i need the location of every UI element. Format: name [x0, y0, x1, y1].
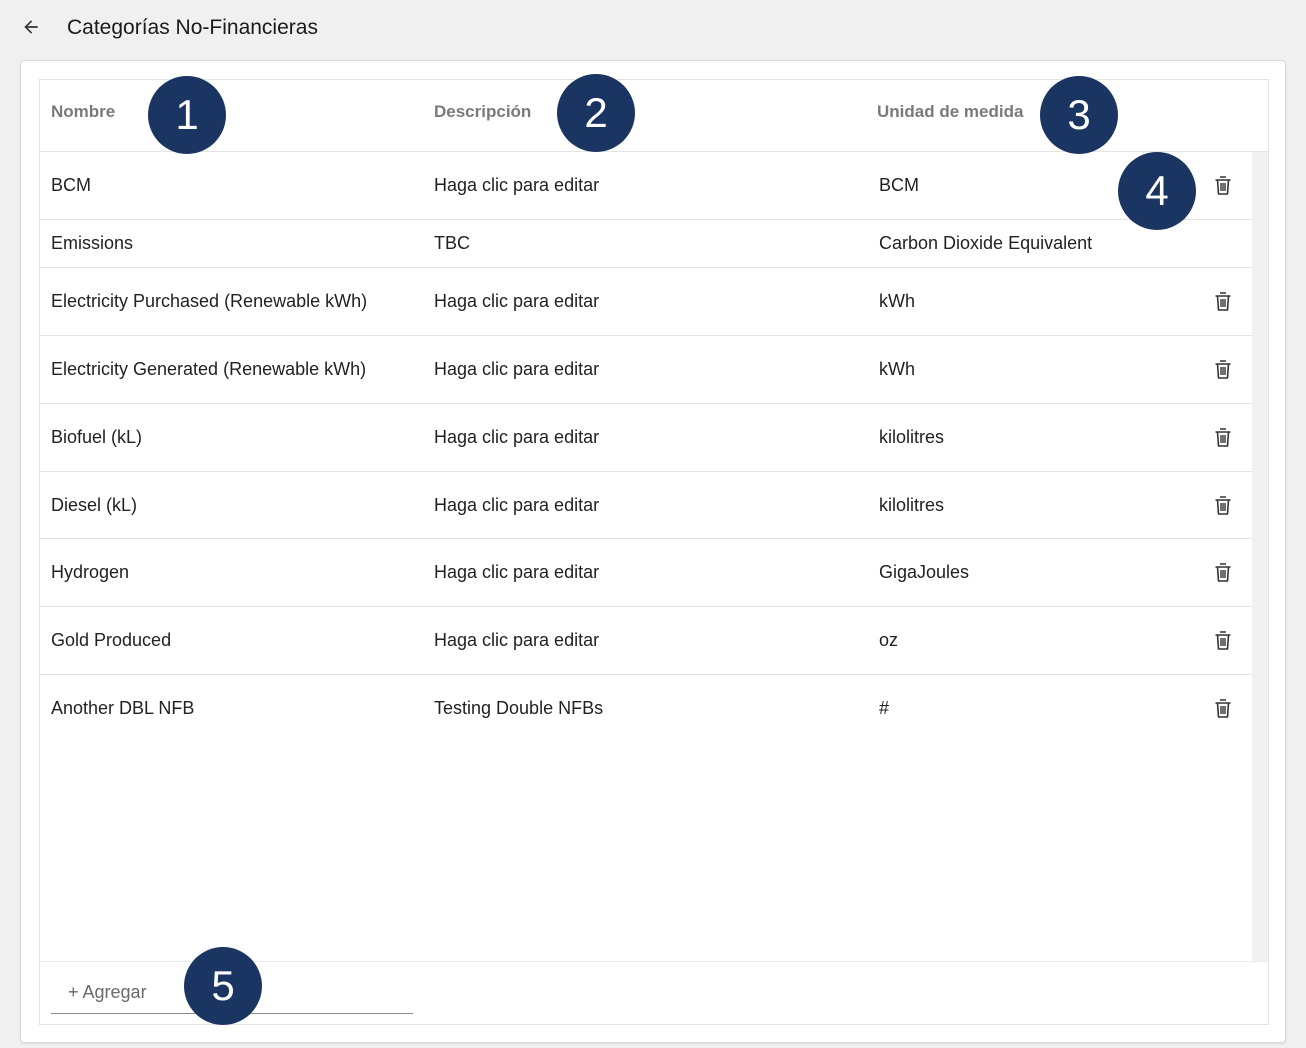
table-row[interactable]: Electricity Generated (Renewable kWh) Hag… [40, 336, 1252, 404]
trash-icon [1215, 360, 1231, 379]
cell-name[interactable]: Another DBL NFB [51, 698, 194, 719]
cell-unit[interactable]: oz [879, 630, 898, 651]
cell-name[interactable]: Hydrogen [51, 562, 129, 583]
cell-name[interactable]: Gold Produced [51, 630, 171, 651]
annotation-badge-5: 5 [184, 947, 262, 1025]
page-header: Categorías No-Financieras [0, 0, 1306, 56]
delete-row-button[interactable] [1212, 698, 1234, 720]
delete-row-button[interactable] [1212, 427, 1234, 449]
cell-description[interactable]: Haga clic para editar [434, 359, 599, 380]
delete-row-button[interactable] [1212, 359, 1234, 381]
cell-description[interactable]: Haga clic para editar [434, 291, 599, 312]
trash-icon [1215, 563, 1231, 582]
back-button[interactable] [18, 14, 44, 40]
arrow-left-icon [24, 20, 38, 34]
trash-icon [1215, 428, 1231, 447]
cell-description[interactable]: Haga clic para editar [434, 175, 599, 196]
delete-row-button[interactable] [1212, 495, 1234, 517]
cell-unit[interactable]: Carbon Dioxide Equivalent [879, 233, 1092, 254]
trash-icon [1215, 496, 1231, 515]
cell-unit[interactable]: kilolitres [879, 495, 944, 516]
cell-unit[interactable]: kWh [879, 291, 915, 312]
table-scrollbar[interactable] [1252, 152, 1268, 961]
table-row[interactable]: BCM Haga clic para editar BCM [40, 152, 1252, 220]
cell-description[interactable]: Haga clic para editar [434, 630, 599, 651]
annotation-badge-4: 4 [1118, 152, 1196, 230]
trash-icon [1215, 292, 1231, 311]
delete-row-button[interactable] [1212, 630, 1234, 652]
table-row[interactable]: Another DBL NFB Testing Double NFBs # [40, 675, 1252, 743]
categories-card: Nombre Descripción Unidad de medida BCM H… [20, 60, 1286, 1043]
trash-icon [1215, 699, 1231, 718]
column-header-unit[interactable]: Unidad de medida [877, 102, 1023, 122]
table-row[interactable]: Hydrogen Haga clic para editar GigaJoules [40, 539, 1252, 607]
cell-name[interactable]: Diesel (kL) [51, 495, 137, 516]
cell-unit[interactable]: BCM [879, 175, 919, 196]
table-row[interactable]: Electricity Purchased (Renewable kWh) Hag… [40, 268, 1252, 336]
cell-name[interactable]: Electricity Purchased (Renewable kWh) [51, 291, 367, 312]
cell-name[interactable]: BCM [51, 175, 91, 196]
annotation-badge-2: 2 [557, 74, 635, 152]
cell-unit[interactable]: kilolitres [879, 427, 944, 448]
delete-row-button[interactable] [1212, 291, 1234, 313]
cell-description[interactable]: TBC [434, 233, 470, 254]
cell-description[interactable]: Testing Double NFBs [434, 698, 603, 719]
table-row[interactable]: Gold Produced Haga clic para editar oz [40, 607, 1252, 675]
annotation-badge-1: 1 [148, 76, 226, 154]
categories-table: Nombre Descripción Unidad de medida BCM H… [39, 79, 1269, 1025]
cell-name[interactable]: Biofuel (kL) [51, 427, 142, 448]
column-header-name[interactable]: Nombre [51, 102, 115, 122]
cell-description[interactable]: Haga clic para editar [434, 427, 599, 448]
trash-icon [1215, 176, 1231, 195]
annotation-badge-3: 3 [1040, 76, 1118, 154]
cell-description[interactable]: Haga clic para editar [434, 562, 599, 583]
cell-name[interactable]: Electricity Generated (Renewable kWh) [51, 359, 366, 380]
cell-unit[interactable]: kWh [879, 359, 915, 380]
table-row[interactable]: Diesel (kL) Haga clic para editar kilolitr… [40, 472, 1252, 539]
trash-icon [1215, 631, 1231, 650]
cell-name[interactable]: Emissions [51, 233, 133, 254]
add-category-label: + Agregar [68, 982, 147, 1002]
table-body: BCM Haga clic para editar BCM Emissions TBC C… [40, 152, 1252, 961]
cell-unit[interactable]: GigaJoules [879, 562, 969, 583]
cell-unit[interactable]: # [879, 698, 889, 719]
table-row[interactable]: Biofuel (kL) Haga clic para editar kilolit… [40, 404, 1252, 472]
table-row[interactable]: Emissions TBC Carbon Dioxide Equivalent [40, 220, 1252, 268]
delete-row-button[interactable] [1212, 562, 1234, 584]
page-title: Categorías No-Financieras [67, 16, 318, 39]
delete-row-button[interactable] [1212, 175, 1234, 197]
column-header-description[interactable]: Descripción [434, 102, 531, 122]
cell-description[interactable]: Haga clic para editar [434, 495, 599, 516]
